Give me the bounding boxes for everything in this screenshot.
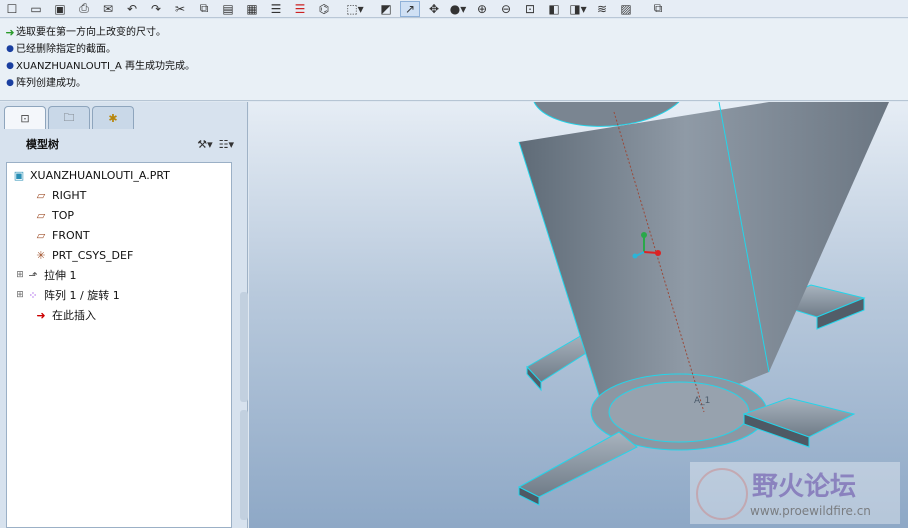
extrude-icon: ⬏ — [28, 268, 38, 282]
tree-item-label: PRT_CSYS_DEF — [52, 248, 134, 262]
view2-icon[interactable]: ◨▾ — [568, 1, 588, 17]
navigator-panel: ⊡ 🗀 ✱ 模型树 ⚒▾ ☷▾ ▣ XUANZHUANLOUTI_A.PRT ▱… — [0, 102, 248, 528]
tree-item-label: RIGHT — [52, 188, 87, 202]
message-text: XUANZHUANLOUTI_A 再生成功完成。 — [16, 61, 195, 72]
tree-tools: ⚒▾ ☷▾ — [197, 138, 238, 151]
tree-title: 模型树 — [26, 138, 59, 151]
favorites-icon: ✱ — [108, 111, 118, 125]
undo-icon[interactable]: ↶ — [122, 1, 142, 17]
open-file-icon[interactable]: ▭ — [26, 1, 46, 17]
message-line: ● XUANZHUANLOUTI_A 再生成功完成。 — [4, 58, 908, 75]
watermark-url: www.proewildfire.cn — [750, 504, 871, 518]
tree-item-insert-here[interactable]: ➜ 在此插入 — [33, 305, 96, 325]
tree-item-right[interactable]: ▱ RIGHT — [33, 185, 87, 205]
list-red-icon[interactable]: ☰ — [290, 1, 310, 17]
tree-item-extrude[interactable]: ⊞ ⬏ 拉伸 1 — [15, 265, 77, 285]
tree-item-label: FRONT — [52, 228, 90, 242]
tree-item-front[interactable]: ▱ FRONT — [33, 225, 90, 245]
axis-label: A_1 — [694, 396, 710, 406]
datum-plane-icon: ▱ — [36, 208, 46, 222]
forum-watermark: 野火论坛 www.proewildfire.cn — [690, 462, 900, 524]
zoom-fit-icon[interactable]: ⊡ — [520, 1, 540, 17]
window-icon[interactable]: ⧉ — [648, 1, 668, 17]
spin-icon[interactable]: ↗ — [400, 0, 420, 17]
csys-icon: ✳ — [36, 248, 46, 262]
list-icon[interactable]: ☰ — [266, 1, 286, 17]
tree-item-label: 在此插入 — [52, 309, 96, 322]
send-icon[interactable]: ✉ — [98, 1, 118, 17]
save-icon[interactable]: ▣ — [50, 1, 70, 17]
show-list-icon[interactable]: ☷▾ — [219, 138, 234, 151]
tree-item-label: 阵列 1 / 旋转 1 — [44, 289, 120, 302]
watermark-title: 野火论坛 — [752, 472, 857, 502]
zoom-in-icon[interactable]: ⊕ — [472, 1, 492, 17]
repaint-icon[interactable]: ◩ — [376, 1, 396, 17]
tree-item-pattern[interactable]: ⊞ ⁘ 阵列 1 / 旋转 1 — [15, 285, 120, 305]
tree-item-label: 拉伸 1 — [44, 269, 77, 282]
tab-favorites[interactable]: ✱ — [92, 106, 134, 129]
pattern-icon: ⁘ — [28, 288, 38, 302]
info-bullet-icon: ● — [6, 44, 14, 54]
tree-item-csys[interactable]: ✳ PRT_CSYS_DEF — [33, 245, 133, 265]
expand-icon[interactable]: ⊞ — [15, 290, 25, 300]
datum-plane-icon: ▱ — [36, 188, 46, 202]
tree-item-root[interactable]: ▣ XUANZHUANLOUTI_A.PRT — [11, 165, 170, 185]
watermark-logo-icon — [696, 468, 748, 520]
folder-browser-icon: 🗀 — [63, 110, 75, 124]
message-text: 阵列创建成功。 — [16, 78, 86, 89]
new-file-icon[interactable]: ☐ — [2, 1, 22, 17]
image-icon[interactable]: ▨ — [616, 1, 636, 17]
graphics-window[interactable]: A_1 野火论坛 www.proewildfire.cn — [249, 102, 908, 528]
message-text: 已经删除指定的截面。 — [16, 44, 116, 55]
redo-icon[interactable]: ↷ — [146, 1, 166, 17]
layers2-icon[interactable]: ≋ — [592, 1, 612, 17]
splitter-grip[interactable] — [240, 410, 248, 520]
part-icon: ▣ — [13, 168, 25, 182]
message-line: ● 已经删除指定的截面。 — [4, 41, 908, 58]
message-area: ➜ 选取要在第一方向上改变的尺寸。 ● 已经删除指定的截面。 ● XUANZHU… — [0, 19, 908, 101]
expand-icon[interactable]: ⊞ — [15, 270, 25, 280]
paste-icon[interactable]: ▤ — [218, 1, 238, 17]
binoculars-icon[interactable]: ⌬ — [314, 1, 334, 17]
tab-model-tree[interactable]: ⊡ — [4, 106, 46, 129]
model-tree-icon: ⊡ — [20, 111, 30, 125]
print-icon[interactable]: ⎙ — [74, 1, 94, 17]
tree-header: 模型树 ⚒▾ ☷▾ — [6, 132, 238, 156]
tree-item-top[interactable]: ▱ TOP — [33, 205, 74, 225]
message-line: ● 阵列创建成功。 — [4, 75, 908, 92]
tree-item-label: TOP — [52, 208, 75, 222]
info-bullet-icon: ● — [6, 61, 14, 71]
cut-icon[interactable]: ✂ — [170, 1, 190, 17]
info-bullet-icon: ● — [6, 78, 14, 88]
layers-icon[interactable]: ▦ — [242, 1, 262, 17]
tree-item-label: XUANZHUANLOUTI_A.PRT — [30, 168, 170, 182]
main-toolbar: ☐ ▭ ▣ ⎙ ✉ ↶ ↷ ✂ ⧉ ▤ ▦ ☰ ☰ ⌬ ⬚▾ ◩ ↗ ✥ ●▾ … — [0, 0, 908, 18]
message-text: 选取要在第一方向上改变的尺寸。 — [16, 27, 166, 38]
insert-arrow-icon: ➜ — [36, 308, 46, 322]
copy-icon[interactable]: ⧉ — [194, 1, 214, 17]
datum-plane-icon: ▱ — [36, 228, 46, 242]
zoom-out-icon[interactable]: ⊖ — [496, 1, 516, 17]
tools-icon[interactable]: ⚒▾ — [197, 138, 212, 151]
view-icon[interactable]: ◧ — [544, 1, 564, 17]
panel-splitter[interactable] — [240, 292, 248, 522]
box-select-icon[interactable]: ⬚▾ — [338, 1, 372, 17]
sphere-icon[interactable]: ●▾ — [448, 1, 468, 17]
tab-folder-browser[interactable]: 🗀 — [48, 106, 90, 129]
splitter-grip[interactable] — [240, 292, 248, 402]
blade-front-left — [517, 431, 638, 506]
orient-icon[interactable]: ✥ — [424, 1, 444, 17]
message-line: ➜ 选取要在第一方向上改变的尺寸。 — [4, 24, 908, 41]
navigator-tabs: ⊡ 🗀 ✱ — [4, 106, 134, 129]
model-tree: ▣ XUANZHUANLOUTI_A.PRT ▱ RIGHT ▱ TOP ▱ F… — [6, 162, 232, 528]
prompt-arrow-icon: ➜ — [5, 26, 15, 39]
